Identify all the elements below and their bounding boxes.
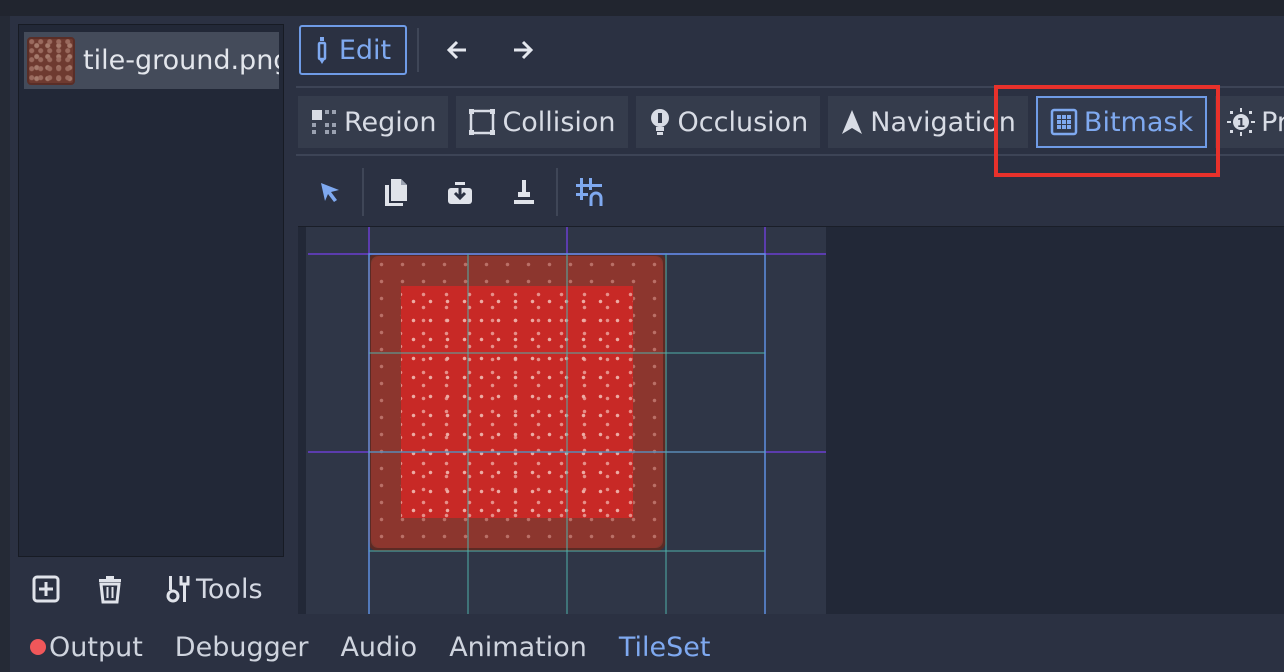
tab-region[interactable]: Region [298,96,449,148]
toolbar-separator [417,28,419,72]
arrow-left-icon [446,40,466,60]
bitmask-tools [298,162,1284,222]
add-icon [32,575,60,603]
texture-list-item[interactable]: tile-ground.png [24,32,279,89]
tab-animation[interactable]: Animation [449,632,587,663]
tools-icon [166,576,190,603]
previous-tile-button[interactable] [429,25,485,75]
tab-label: Navigation [870,106,1016,138]
tileset-toolbar: Edit [296,16,1284,84]
remove-texture-button[interactable] [74,566,146,612]
tab-collision[interactable]: Collision [456,96,628,148]
toolbar-divider [296,86,1284,88]
tab-label: Audio [340,631,418,663]
tab-label: Collision [502,106,616,138]
tab-audio[interactable]: Audio [340,632,417,663]
left-dock-edge [0,16,10,672]
tab-output[interactable]: Output [30,632,143,663]
svg-text:1: 1 [1237,116,1245,130]
texture-list[interactable]: tile-ground.png [18,24,284,557]
tab-label: Debugger [174,631,309,663]
paste-bitmask-button[interactable] [428,164,492,220]
tileset-canvas[interactable] [298,226,1284,614]
collision-icon [469,109,496,135]
next-tile-button[interactable] [495,25,551,75]
paste-icon [448,182,472,204]
grid-overlay [308,227,826,614]
texture-thumbnail [27,36,75,85]
broom-icon [514,180,534,204]
trash-icon [99,576,121,604]
cursor-icon [321,183,339,202]
tab-label: Occlusion [677,106,809,138]
occlusion-icon [650,109,669,135]
tab-label: Animation [449,631,587,663]
edit-label: Edit [338,34,392,66]
tabs-divider [296,154,1284,156]
texture-actions: Tools [18,566,288,612]
texture-filename: tile-ground.png [83,45,279,76]
tab-priority[interactable]: 1 Priority [1215,96,1284,148]
bottom-panel-tabs: Output Debugger Audio Animation TileSet [18,622,1284,672]
copy-icon [385,179,407,206]
tab-label: Output [49,631,143,663]
arrow-right-icon [514,40,534,60]
region-icon [312,110,336,134]
tab-debugger[interactable]: Debugger [175,632,309,663]
copy-bitmask-button[interactable] [364,164,428,220]
priority-icon: 1 [1227,108,1256,136]
tab-navigation[interactable]: Navigation [828,96,1028,148]
tab-bitmask[interactable]: Bitmask [1035,96,1208,148]
grid-snap-icon [576,178,603,206]
select-tool-button[interactable] [298,164,362,220]
grid-snap-button[interactable] [558,164,622,220]
tab-label: Priority [1261,106,1284,138]
edit-mode-button[interactable]: Edit [299,25,407,75]
window-top-strip [0,0,1284,16]
erase-bitmask-button[interactable] [492,164,556,220]
tools-label: Tools [196,573,263,605]
tab-tileset[interactable]: TileSet [619,632,711,663]
pencil-icon [317,37,327,64]
navigation-icon [842,110,863,134]
tab-label: TileSet [618,631,711,663]
alert-dot-icon [30,639,46,655]
tab-label: Region [344,106,437,138]
add-texture-button[interactable] [18,566,74,612]
tools-menu-button[interactable]: Tools [146,566,263,612]
bitmask-icon [1050,108,1078,136]
edit-mode-tabs: Region Collision Occlusion Navigation Bi… [298,94,1284,150]
tab-occlusion[interactable]: Occlusion [635,96,821,148]
tab-label: Bitmask [1083,106,1194,138]
